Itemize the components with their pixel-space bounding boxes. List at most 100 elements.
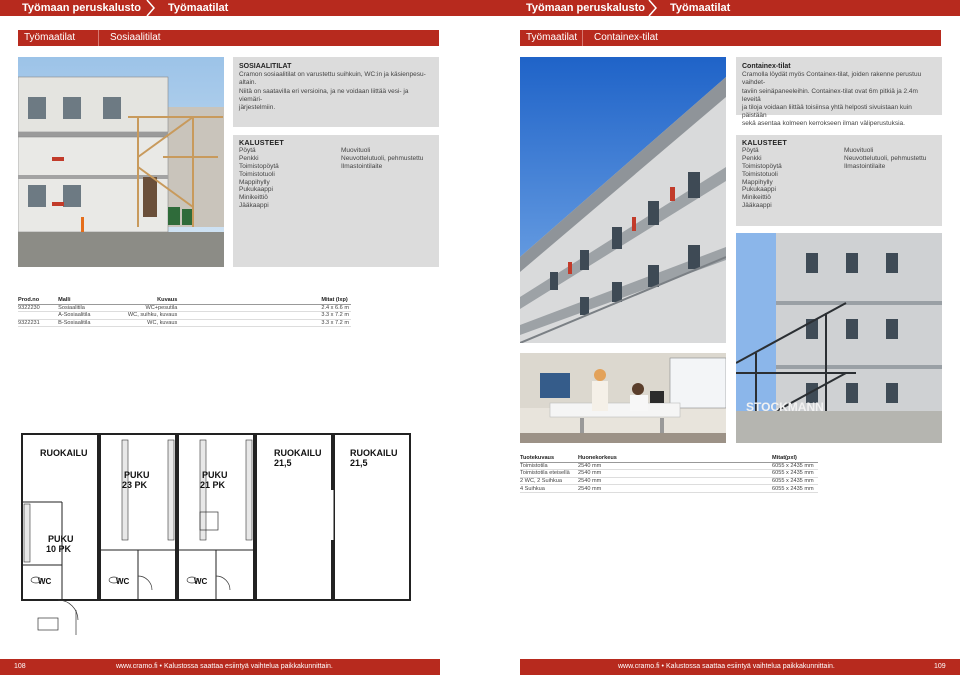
table-row: 9322231 B-Sosiaalitila WC, kuvaus 3.3 x … — [18, 319, 351, 328]
sosiaalitilat-photo — [18, 57, 224, 267]
table-cell: WC, kuvaus — [111, 319, 180, 328]
info-text: järjestelmiin. — [239, 104, 276, 112]
table-header: Mitat(pxl) — [772, 454, 818, 463]
furniture-box: KALUSTEET Pöytä Penkki Toimistopöytä Toi… — [233, 135, 439, 267]
office-interior-photo — [520, 353, 726, 443]
table-row: 4 Suihkua 2540 mm 6055 x 2435 mm — [520, 484, 818, 493]
table-row: 9322230 Sosiaalitila WC+pesutila 2.4 x 6… — [18, 304, 351, 313]
table-cell: 3.3 x 7.2 m — [179, 319, 351, 328]
left-page-title: Työmaatilat — [168, 2, 229, 14]
list-item: Jääkaappi — [239, 202, 269, 210]
sosiaalitilat-table: Prod.no Malli Kuvaus Mitat (lxp) 9322230… — [18, 296, 351, 328]
plan-room-label: PUKU — [48, 534, 74, 544]
list-item: Penkki — [239, 154, 259, 162]
divider — [98, 30, 99, 46]
list-item: Toimistopöytä — [239, 162, 279, 170]
divider — [582, 30, 583, 46]
breadcrumb-chevron-icon — [648, 0, 657, 16]
plan-room-label: 23 PK — [122, 480, 148, 490]
table-cell: 9322231 — [18, 319, 59, 328]
top-header-bar: Työmaan peruskalusto Työmaatilat Työmaan… — [0, 0, 960, 16]
list-item: Toimistopöytä — [742, 162, 782, 170]
furniture-title: KALUSTEET — [239, 138, 284, 147]
table-cell — [638, 484, 772, 493]
table-cell: 6055 x 2435 mm — [772, 484, 818, 493]
info-text: ja tiloja voidaan liittää toisiinsa yhtä… — [742, 104, 912, 120]
plan-room-label: 10 PK — [46, 544, 72, 554]
table-header-row: Tuotekuvaus Huonekorkeus Mitat(pxl) — [520, 454, 818, 463]
info-text: sekä asentaa kolmeen kerrokseen ilman vä… — [742, 120, 905, 128]
list-item: Muovituoli — [341, 147, 371, 154]
table-header: Huonekorkeus — [578, 454, 638, 463]
containex-table: Tuotekuvaus Huonekorkeus Mitat(pxl) Toim… — [520, 454, 818, 493]
plan-room-label: WC — [116, 577, 130, 586]
furniture-list-2: Muovituoli Neuvottelutuoli, pehmustettu … — [341, 147, 423, 171]
containex-info-box: Containex-tilat Cramolla löydät myös Con… — [736, 57, 942, 127]
category-label: Työmaatilat — [526, 32, 578, 43]
furniture-box: KALUSTEET Pöytä Penkki Toimistopöytä Toi… — [736, 135, 942, 226]
list-item: Minikeittiö — [239, 194, 268, 202]
table-cell: 2540 mm — [578, 484, 638, 493]
table-cell: 2540 mm — [578, 462, 638, 471]
right-section-title: Työmaan peruskalusto — [526, 2, 645, 14]
info-text: Niitä on saatavilla eri versioina, ja ne… — [239, 87, 409, 103]
list-item: Mappihylly — [742, 178, 773, 186]
table-header: Mitat (lxp) — [179, 296, 351, 305]
left-footer: 108 www.cramo.fi • Kalustossa saattaa es… — [0, 659, 440, 675]
table-cell: 6055 x 2435 mm — [772, 462, 818, 471]
list-item: Mappihylly — [239, 178, 270, 186]
containex-stairs-photo: STOCKMANN — [736, 233, 942, 443]
table-cell — [638, 469, 772, 478]
list-item: Muovituoli — [844, 147, 874, 154]
plan-room-label: RUOKAILU — [40, 448, 88, 458]
plan-room-label: 21,5 — [274, 458, 292, 468]
table-cell — [18, 311, 59, 320]
table-cell: 2540 mm — [578, 477, 638, 486]
footer-text: www.cramo.fi • Kalustossa saattaa esiint… — [618, 663, 835, 670]
table-row: Toimistotila eteisellä 2540 mm 6055 x 24… — [520, 469, 818, 478]
list-item: Penkki — [742, 154, 762, 162]
table-cell: 3.3 x 7.2 m — [179, 311, 351, 320]
plan-room-label: PUKU — [124, 470, 150, 480]
table-cell: WC, suihku, kuvaus — [111, 311, 180, 320]
floor-plan-drawing: RUOKAILU PUKU 10 PK PUKU 23 PK PUKU 21 P… — [18, 430, 450, 642]
subcategory-label: Containex-tilat — [594, 32, 658, 43]
table-cell: 9322230 — [18, 304, 59, 313]
furniture-list: KALUSTEET Pöytä Penkki Toimistopöytä Toi… — [742, 139, 787, 210]
left-section-title: Työmaan peruskalusto — [22, 2, 141, 14]
table-header: Malli — [58, 296, 112, 305]
sign-text: STOCKMANN — [746, 400, 824, 414]
plan-room-label: WC — [38, 577, 52, 586]
table-cell: 2 WC, 2 Suihkua — [520, 477, 578, 486]
table-cell: A-Sosiaalitila — [58, 311, 112, 320]
table-cell: Toimistotila eteisellä — [520, 469, 578, 478]
table-cell — [638, 462, 772, 471]
list-item: Toimistotuoli — [742, 170, 778, 178]
sosiaalitilat-info-box: SOSIAALITILAT Cramon sosiaalitilat on va… — [233, 57, 439, 127]
info-text: Cramolla löydät myös Containex-tilat, jo… — [742, 71, 922, 87]
table-header — [638, 454, 772, 463]
list-item: Toimistotuoli — [239, 170, 275, 178]
left-category-bar: Työmaatilat Sosiaalitilat — [18, 30, 439, 46]
plan-room-label: 21 PK — [200, 480, 226, 490]
table-cell: WC+pesutila — [111, 304, 180, 313]
table-row: 2 WC, 2 Suihkua 2540 mm 6055 x 2435 mm — [520, 477, 818, 486]
list-item: Jääkaappi — [742, 202, 772, 210]
containex-building-photo — [520, 57, 726, 343]
right-page-title: Työmaatilat — [670, 2, 731, 14]
right-footer: www.cramo.fi • Kalustossa saattaa esiint… — [520, 659, 960, 675]
table-header: Kuvaus — [111, 296, 180, 305]
list-item: Pukukaappi — [742, 186, 776, 194]
list-item: Neuvottelutuoli, pehmustettu — [341, 154, 424, 162]
table-cell: 2540 mm — [578, 469, 638, 478]
plan-room-label: WC — [194, 577, 208, 586]
list-item: Pöytä — [239, 146, 256, 154]
table-cell: 6055 x 2435 mm — [772, 469, 818, 478]
furniture-list: KALUSTEET Pöytä Penkki Toimistopöytä Toi… — [239, 139, 284, 210]
breadcrumb-chevron-icon — [146, 0, 155, 16]
plan-room-label: 21,5 — [350, 458, 368, 468]
list-item: Ilmastointilaite — [844, 162, 886, 170]
plan-room-label: RUOKAILU — [350, 448, 398, 458]
category-label: Työmaatilat — [24, 32, 76, 43]
table-row: A-Sosiaalitila WC, suihku, kuvaus 3.3 x … — [18, 311, 351, 320]
